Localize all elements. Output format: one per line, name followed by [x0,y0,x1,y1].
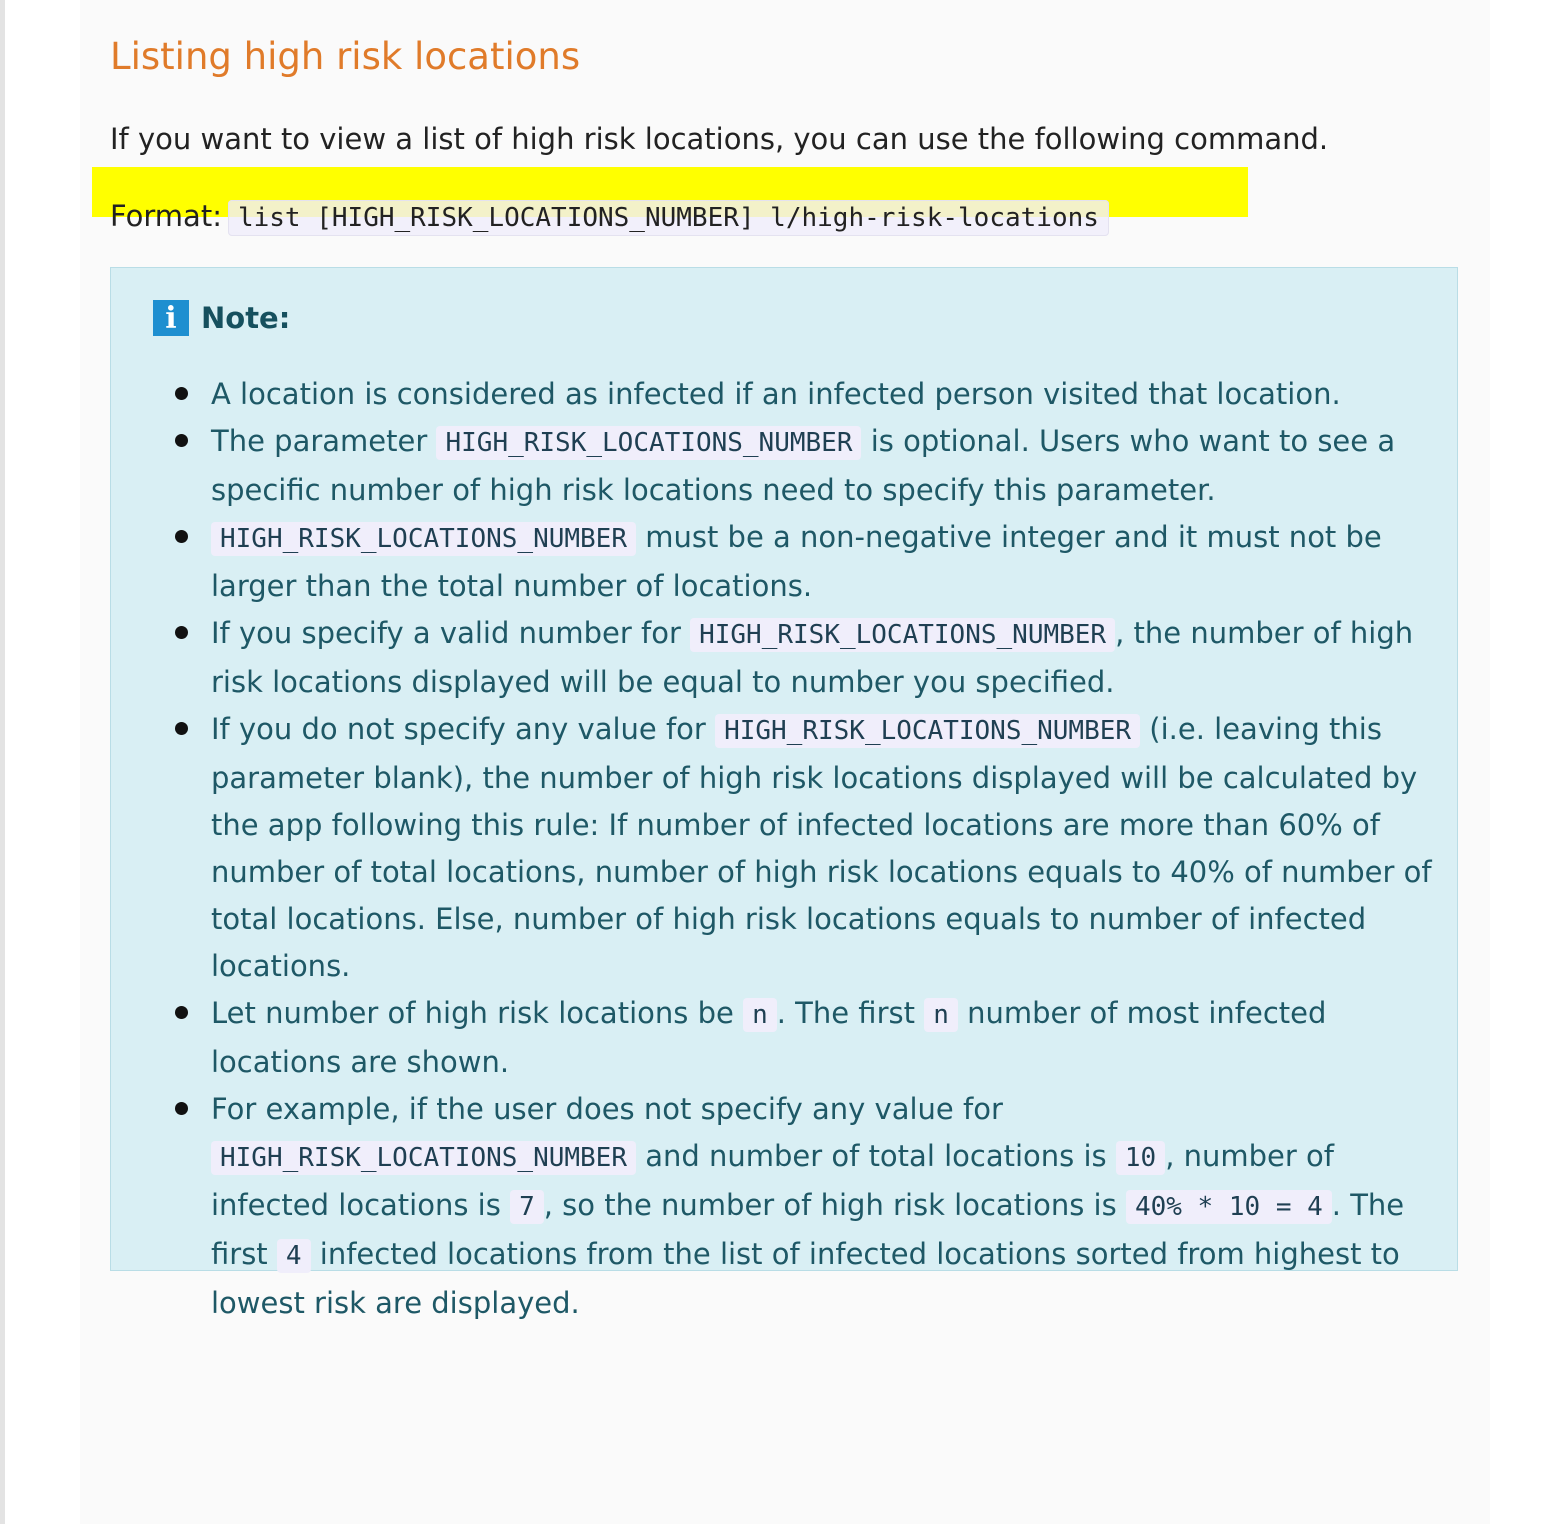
inline-code: 40% * 10 = 4 [1125,1190,1332,1224]
inline-code: HIGH_RISK_LOCATIONS_NUMBER [211,522,636,556]
list-item-text: . The first [776,996,925,1030]
note-list: A location is considered as infected if … [175,371,1436,1327]
info-icon: i [153,300,189,336]
note-label: Note: [201,301,291,335]
list-item: If you specify a valid number for HIGH_R… [175,610,1436,706]
list-item-text: Let number of high risk locations be [211,996,744,1030]
list-item: The parameter HIGH_RISK_LOCATIONS_NUMBER… [175,418,1436,514]
list-item: HIGH_RISK_LOCATIONS_NUMBER must be a non… [175,514,1436,610]
inline-code: HIGH_RISK_LOCATIONS_NUMBER [436,426,862,460]
left-border [0,0,5,1524]
list-item-text: If you do not specify any value for [211,712,716,746]
list-item-text: If you specify a valid number for [211,616,691,650]
inline-code: n [924,998,958,1032]
list-item-text: , so the number of high risk locations i… [543,1188,1126,1222]
inline-code: 4 [276,1239,311,1273]
inline-code: 10 [1115,1141,1166,1175]
list-item-text: infected locations from the list of infe… [211,1237,1400,1320]
list-item-text: For example, if the user does not specif… [211,1092,1003,1126]
section-heading: Listing high risk locations [110,35,581,78]
list-item: Let number of high risk locations be n. … [175,990,1436,1086]
list-item: For example, if the user does not specif… [175,1086,1436,1327]
format-line: Format: list [HIGH_RISK_LOCATIONS_NUMBER]… [110,193,1109,241]
inline-code: HIGH_RISK_LOCATIONS_NUMBER [211,1141,636,1175]
note-box: i Note: A location is considered as infe… [110,267,1458,1320]
list-item: If you do not specify any value for HIGH… [175,706,1436,990]
list-item-text: The parameter [211,424,437,458]
list-item-text: A location is considered as infected if … [211,377,1341,411]
list-item-text: and number of total locations is [636,1139,1116,1173]
list-item-text: (i.e. leaving this parameter blank), the… [211,712,1432,983]
note-title: i Note: [153,300,290,336]
inline-code: 7 [510,1190,544,1224]
inline-code: HIGH_RISK_LOCATIONS_NUMBER [690,618,1116,652]
list-item: A location is considered as infected if … [175,371,1436,418]
format-command-code: list [HIGH_RISK_LOCATIONS_NUMBER] l/high… [227,200,1109,236]
document-page: Listing high risk locations If you want … [80,0,1490,1524]
format-label: Format: [110,199,222,233]
inline-code: HIGH_RISK_LOCATIONS_NUMBER [715,714,1141,748]
intro-paragraph: If you want to view a list of high risk … [110,122,1329,156]
inline-code: n [743,998,777,1032]
